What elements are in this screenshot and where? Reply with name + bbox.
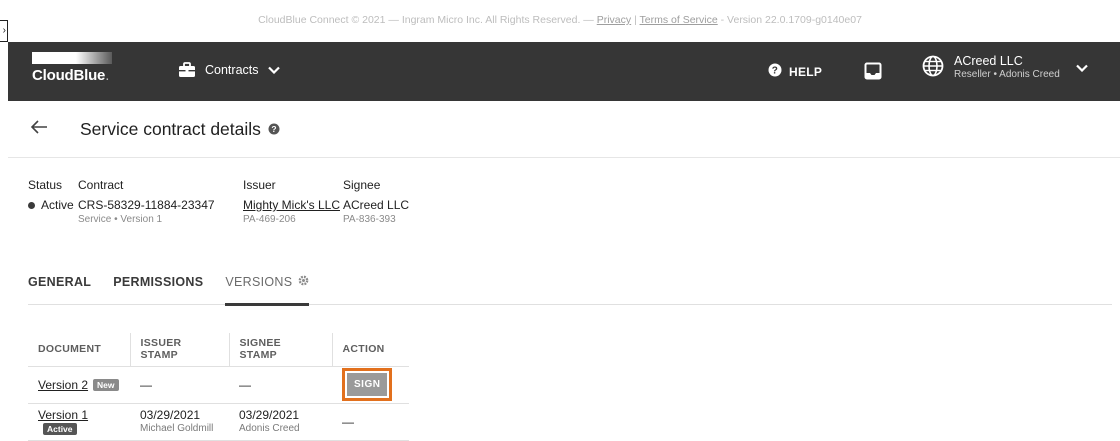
column-header-signee-stamp: SIGNEE STAMP	[229, 333, 333, 367]
top-navigation-bar: CloudBlue. Contracts ? HELP ACreed LLC R…	[8, 42, 1120, 101]
inbox-icon[interactable]	[864, 62, 882, 85]
issuer-field: Issuer Mighty Mick's LLC PA-469-206	[243, 178, 343, 226]
status-value: Active	[28, 198, 78, 213]
sign-button[interactable]: SIGN	[347, 373, 388, 396]
signee-stamp-date: 03/29/2021	[239, 408, 300, 422]
module-switcher[interactable]: Contracts	[178, 62, 280, 78]
signee-name: ACreed LLC	[343, 198, 410, 212]
account-role: Reseller • Adonis Creed	[954, 69, 1060, 80]
help-circle-icon[interactable]: ?	[268, 119, 280, 140]
chevron-down-icon	[267, 66, 280, 74]
copyright-text: CloudBlue Connect © 2021 — Ingram Micro …	[258, 14, 597, 26]
signee-label: Signee	[343, 178, 381, 192]
status-field: Status Active	[28, 178, 78, 226]
signee-stamp-name: Adonis Creed	[239, 423, 300, 434]
cloudblue-logo[interactable]: CloudBlue.	[32, 52, 112, 84]
footer-bar: › CloudBlue Connect © 2021 — Ingram Micr…	[0, 0, 1120, 42]
logo-bar-graphic	[32, 52, 112, 64]
document-cell: Version 1Active	[28, 403, 130, 441]
issuer-stamp-date: 03/29/2021	[140, 408, 201, 422]
tab-general[interactable]: GENERAL	[28, 266, 91, 304]
table-header-row: DOCUMENT ISSUER STAMP SIGNEE STAMP ACTIO…	[28, 333, 409, 367]
issuer-label: Issuer	[243, 178, 276, 192]
help-circle-icon: ?	[768, 63, 782, 80]
logo-dot: .	[105, 67, 110, 84]
chevron-down-icon	[1076, 59, 1088, 77]
logo-text: CloudBlue	[32, 67, 106, 84]
page-header: Service contract details ?	[8, 101, 1120, 158]
action-cell: SIGN	[332, 366, 409, 404]
column-header-document: DOCUMENT	[28, 333, 131, 367]
status-text: Active	[41, 198, 74, 212]
signee-stamp-cell: 03/29/2021 Adonis Creed	[229, 403, 332, 441]
svg-text:?: ?	[772, 66, 778, 77]
tab-label: GENERAL	[28, 275, 92, 289]
privacy-link[interactable]: Privacy	[597, 14, 631, 26]
issuer-link[interactable]: Mighty Mick's LLC	[243, 198, 343, 213]
copyright-line: CloudBlue Connect © 2021 — Ingram Micro …	[0, 14, 1120, 26]
action-cell: —	[332, 403, 409, 441]
help-button[interactable]: ? HELP	[768, 63, 822, 80]
page-title-row: Service contract details ?	[80, 119, 280, 140]
sign-highlight: SIGN	[342, 368, 393, 401]
issuer-stamp-cell: —	[130, 366, 229, 404]
contract-field: Contract CRS-58329-11884-23347 Service •…	[78, 178, 243, 226]
help-label: HELP	[789, 64, 823, 79]
issuer-stamp-cell: 03/29/2021 Michael Goldmill	[130, 403, 229, 441]
document-link[interactable]: Version 2	[38, 378, 88, 392]
version-badge: New	[93, 378, 119, 391]
issuer-id: PA-469-206	[243, 214, 296, 225]
contract-label: Contract	[78, 178, 124, 192]
tab-label: VERSIONS	[225, 275, 293, 289]
account-text: ACreed LLC Reseller • Adonis Creed	[954, 54, 1060, 82]
table-row: Version 1Active 03/29/2021 Michael Goldm…	[28, 403, 409, 441]
version-badge: Active	[43, 422, 77, 435]
page-title: Service contract details	[80, 119, 261, 139]
status-label: Status	[28, 178, 63, 192]
issuer-stamp-name: Michael Goldmill	[140, 423, 214, 434]
column-header-issuer-stamp: ISSUER STAMP	[130, 333, 230, 367]
briefcase-icon	[178, 62, 196, 78]
copyright-separator: |	[631, 14, 640, 26]
globe-icon	[922, 55, 944, 82]
table-row: Version 2 New — — SIGN	[28, 366, 409, 404]
tab-label: PERMISSIONS	[113, 275, 204, 289]
signee-field: Signee ACreed LLC PA-836-393	[343, 178, 443, 226]
column-header-action: ACTION	[332, 333, 409, 367]
contract-info: Status Active Contract CRS-58329-11884-2…	[28, 178, 443, 226]
account-switcher[interactable]: ACreed LLC Reseller • Adonis Creed	[922, 54, 1088, 82]
status-dot-icon	[28, 202, 35, 209]
account-name: ACreed LLC	[954, 54, 1023, 68]
terms-link[interactable]: Terms of Service	[640, 14, 718, 26]
versions-table: DOCUMENT ISSUER STAMP SIGNEE STAMP ACTIO…	[28, 333, 409, 441]
tab-bar: GENERAL PERMISSIONS VERSIONS	[28, 266, 1112, 306]
version-text: - Version 22.0.1709-g0140e07	[717, 14, 862, 26]
back-arrow-icon[interactable]	[30, 119, 48, 140]
document-link[interactable]: Version 1	[38, 408, 88, 422]
svg-text:?: ?	[271, 124, 276, 134]
gear-icon	[298, 275, 309, 286]
module-label: Contracts	[205, 63, 259, 77]
tab-permissions[interactable]: PERMISSIONS	[113, 266, 203, 304]
contract-id: CRS-58329-11884-23347	[78, 198, 215, 212]
signee-id: PA-836-393	[343, 214, 396, 225]
tab-versions[interactable]: VERSIONS	[225, 266, 310, 306]
document-cell: Version 2 New	[28, 366, 130, 404]
signee-stamp-cell: —	[229, 366, 332, 404]
contract-sub: Service • Version 1	[78, 214, 163, 225]
